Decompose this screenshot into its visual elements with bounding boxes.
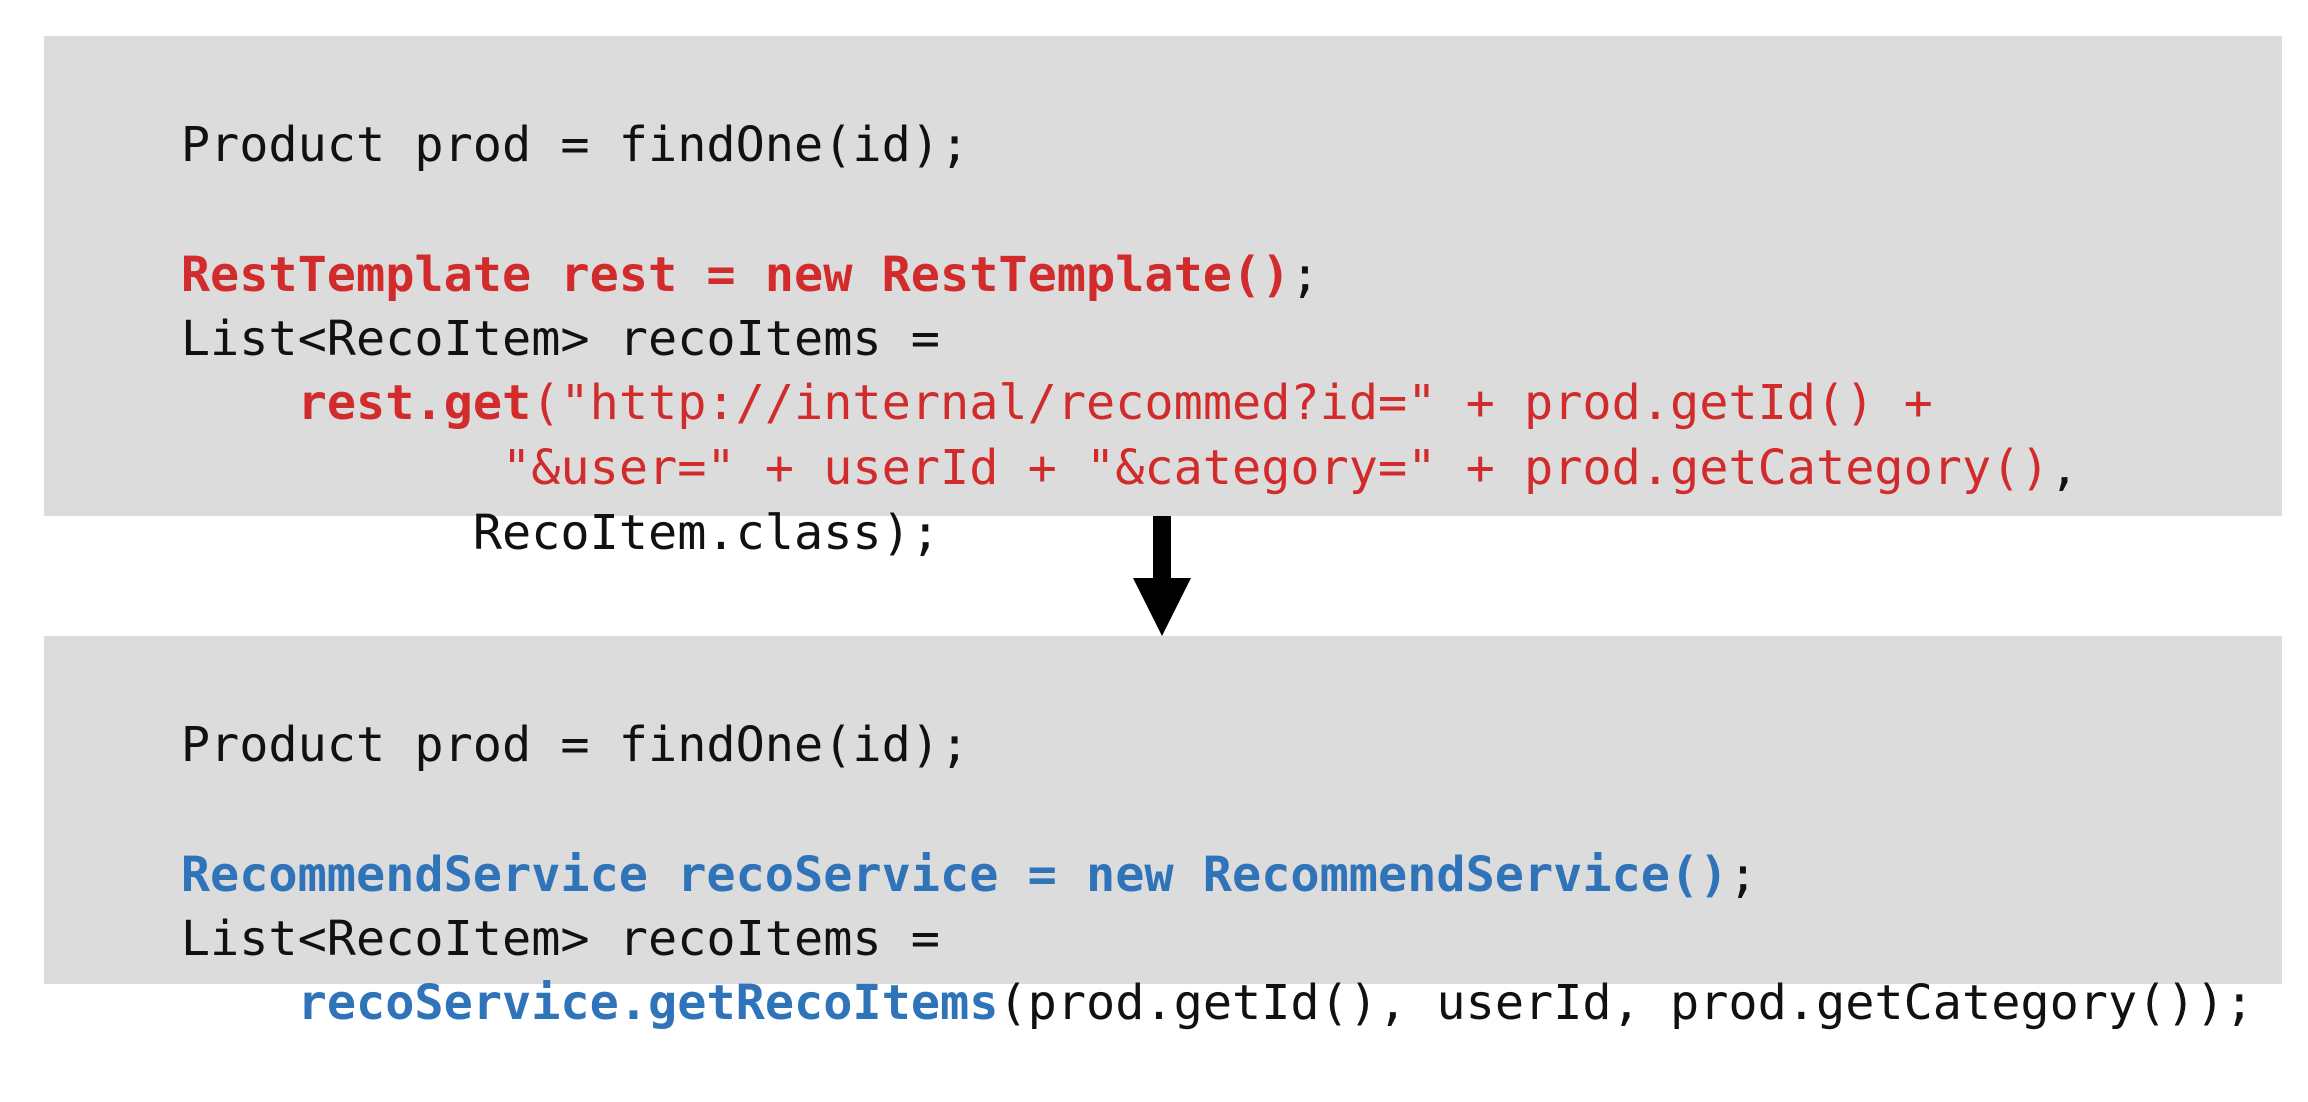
refactored-code-block: Product prod = findOne(id); RecommendSer… — [44, 636, 2282, 1031]
code-text: Product prod = findOne(id); — [180, 717, 970, 773]
code-line-2: RestTemplate rest = new RestTemplate(); — [64, 176, 1320, 303]
code-line-6: RecoItem.class); — [64, 434, 940, 561]
code-line-2: RecommendService recoService = new Recom… — [64, 776, 1758, 903]
get-reco-items-call: recoService.getRecoItems — [297, 975, 999, 1031]
code-text: ; — [1728, 847, 1758, 903]
code-line-4: rest.get("http://internal/recommed?id=" … — [64, 304, 1933, 431]
method-args: (prod.getId(), userId, prod.getCategory(… — [998, 975, 2254, 1031]
code-line-3: List<RecoItem> recoItems = — [64, 240, 940, 367]
code-line-1: Product prod = findOne(id); — [64, 46, 969, 173]
code-line-1: Product prod = findOne(id); — [64, 646, 969, 773]
code-text: , — [2049, 440, 2079, 496]
arrow-down-icon — [1133, 516, 1191, 636]
code-text: Product prod = findOne(id); — [180, 117, 970, 173]
code-line-4: recoService.getRecoItems(prod.getId(), u… — [64, 904, 2254, 1031]
code-line-3: List<RecoItem> recoItems = — [64, 840, 940, 967]
original-code-block: Product prod = findOne(id); RestTemplate… — [44, 36, 2282, 561]
code-line-5: "&user=" + userId + "&category=" + prod.… — [64, 369, 2079, 496]
code-text: ; — [1290, 247, 1320, 303]
code-text: RecoItem.class); — [472, 505, 941, 561]
